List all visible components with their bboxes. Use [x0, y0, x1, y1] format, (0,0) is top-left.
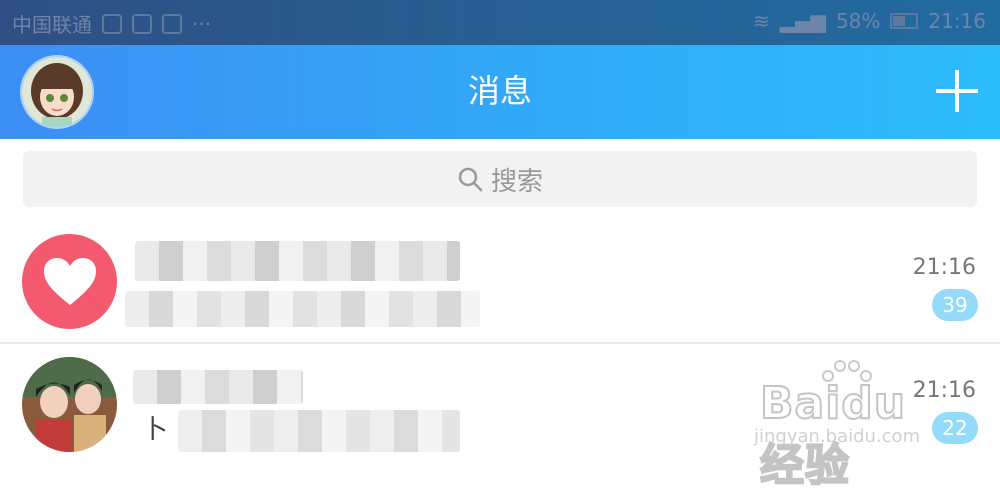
search-input[interactable]: 搜索 [23, 151, 977, 207]
baidu-watermark: Baidu经验 jingyan.baidu.com [748, 358, 948, 492]
more-notifications-icon: ··· [192, 11, 212, 36]
conversation-row[interactable]: 21:16 39 [0, 221, 1000, 343]
carrier-label: 中国联通 [12, 13, 92, 37]
signal-icon: ▂▄▆ [779, 9, 826, 33]
message-preview-obscured [125, 291, 480, 327]
title-bar: 消息 [0, 45, 1000, 139]
search-section: 搜索 [0, 139, 1000, 221]
group-avatar [22, 357, 117, 452]
notification-icon [132, 13, 152, 34]
message-preview-obscured [178, 410, 460, 452]
message-preview-char: 卜 [142, 415, 169, 445]
status-bar: 中国联通 ··· ≋ ▂▄▆ 58% 21:16 [0, 0, 1000, 45]
notification-icon [102, 13, 122, 34]
notification-icon [162, 13, 182, 34]
contact-name-obscured [133, 370, 303, 404]
battery-icon [890, 13, 919, 29]
unread-badge: 39 [932, 289, 978, 321]
page-title: 消息 [467, 72, 532, 110]
watermark-url: jingyan.baidu.com [754, 426, 921, 447]
wifi-icon: ≋ [752, 9, 770, 33]
search-icon [458, 167, 483, 192]
plus-icon[interactable] [936, 70, 978, 112]
status-left: 中国联通 ··· [12, 9, 211, 38]
status-time: 21:16 [928, 9, 986, 33]
group-avatar-illustration [22, 357, 117, 452]
search-placeholder: 搜索 [490, 166, 543, 197]
heart-icon [22, 234, 117, 329]
contact-name-obscured [135, 241, 460, 281]
status-right: ≋ ▂▄▆ 58% 21:16 [753, 9, 986, 33]
message-time: 21:16 [912, 255, 976, 280]
battery-percent: 58% [835, 9, 881, 33]
heart-shape [43, 257, 96, 305]
